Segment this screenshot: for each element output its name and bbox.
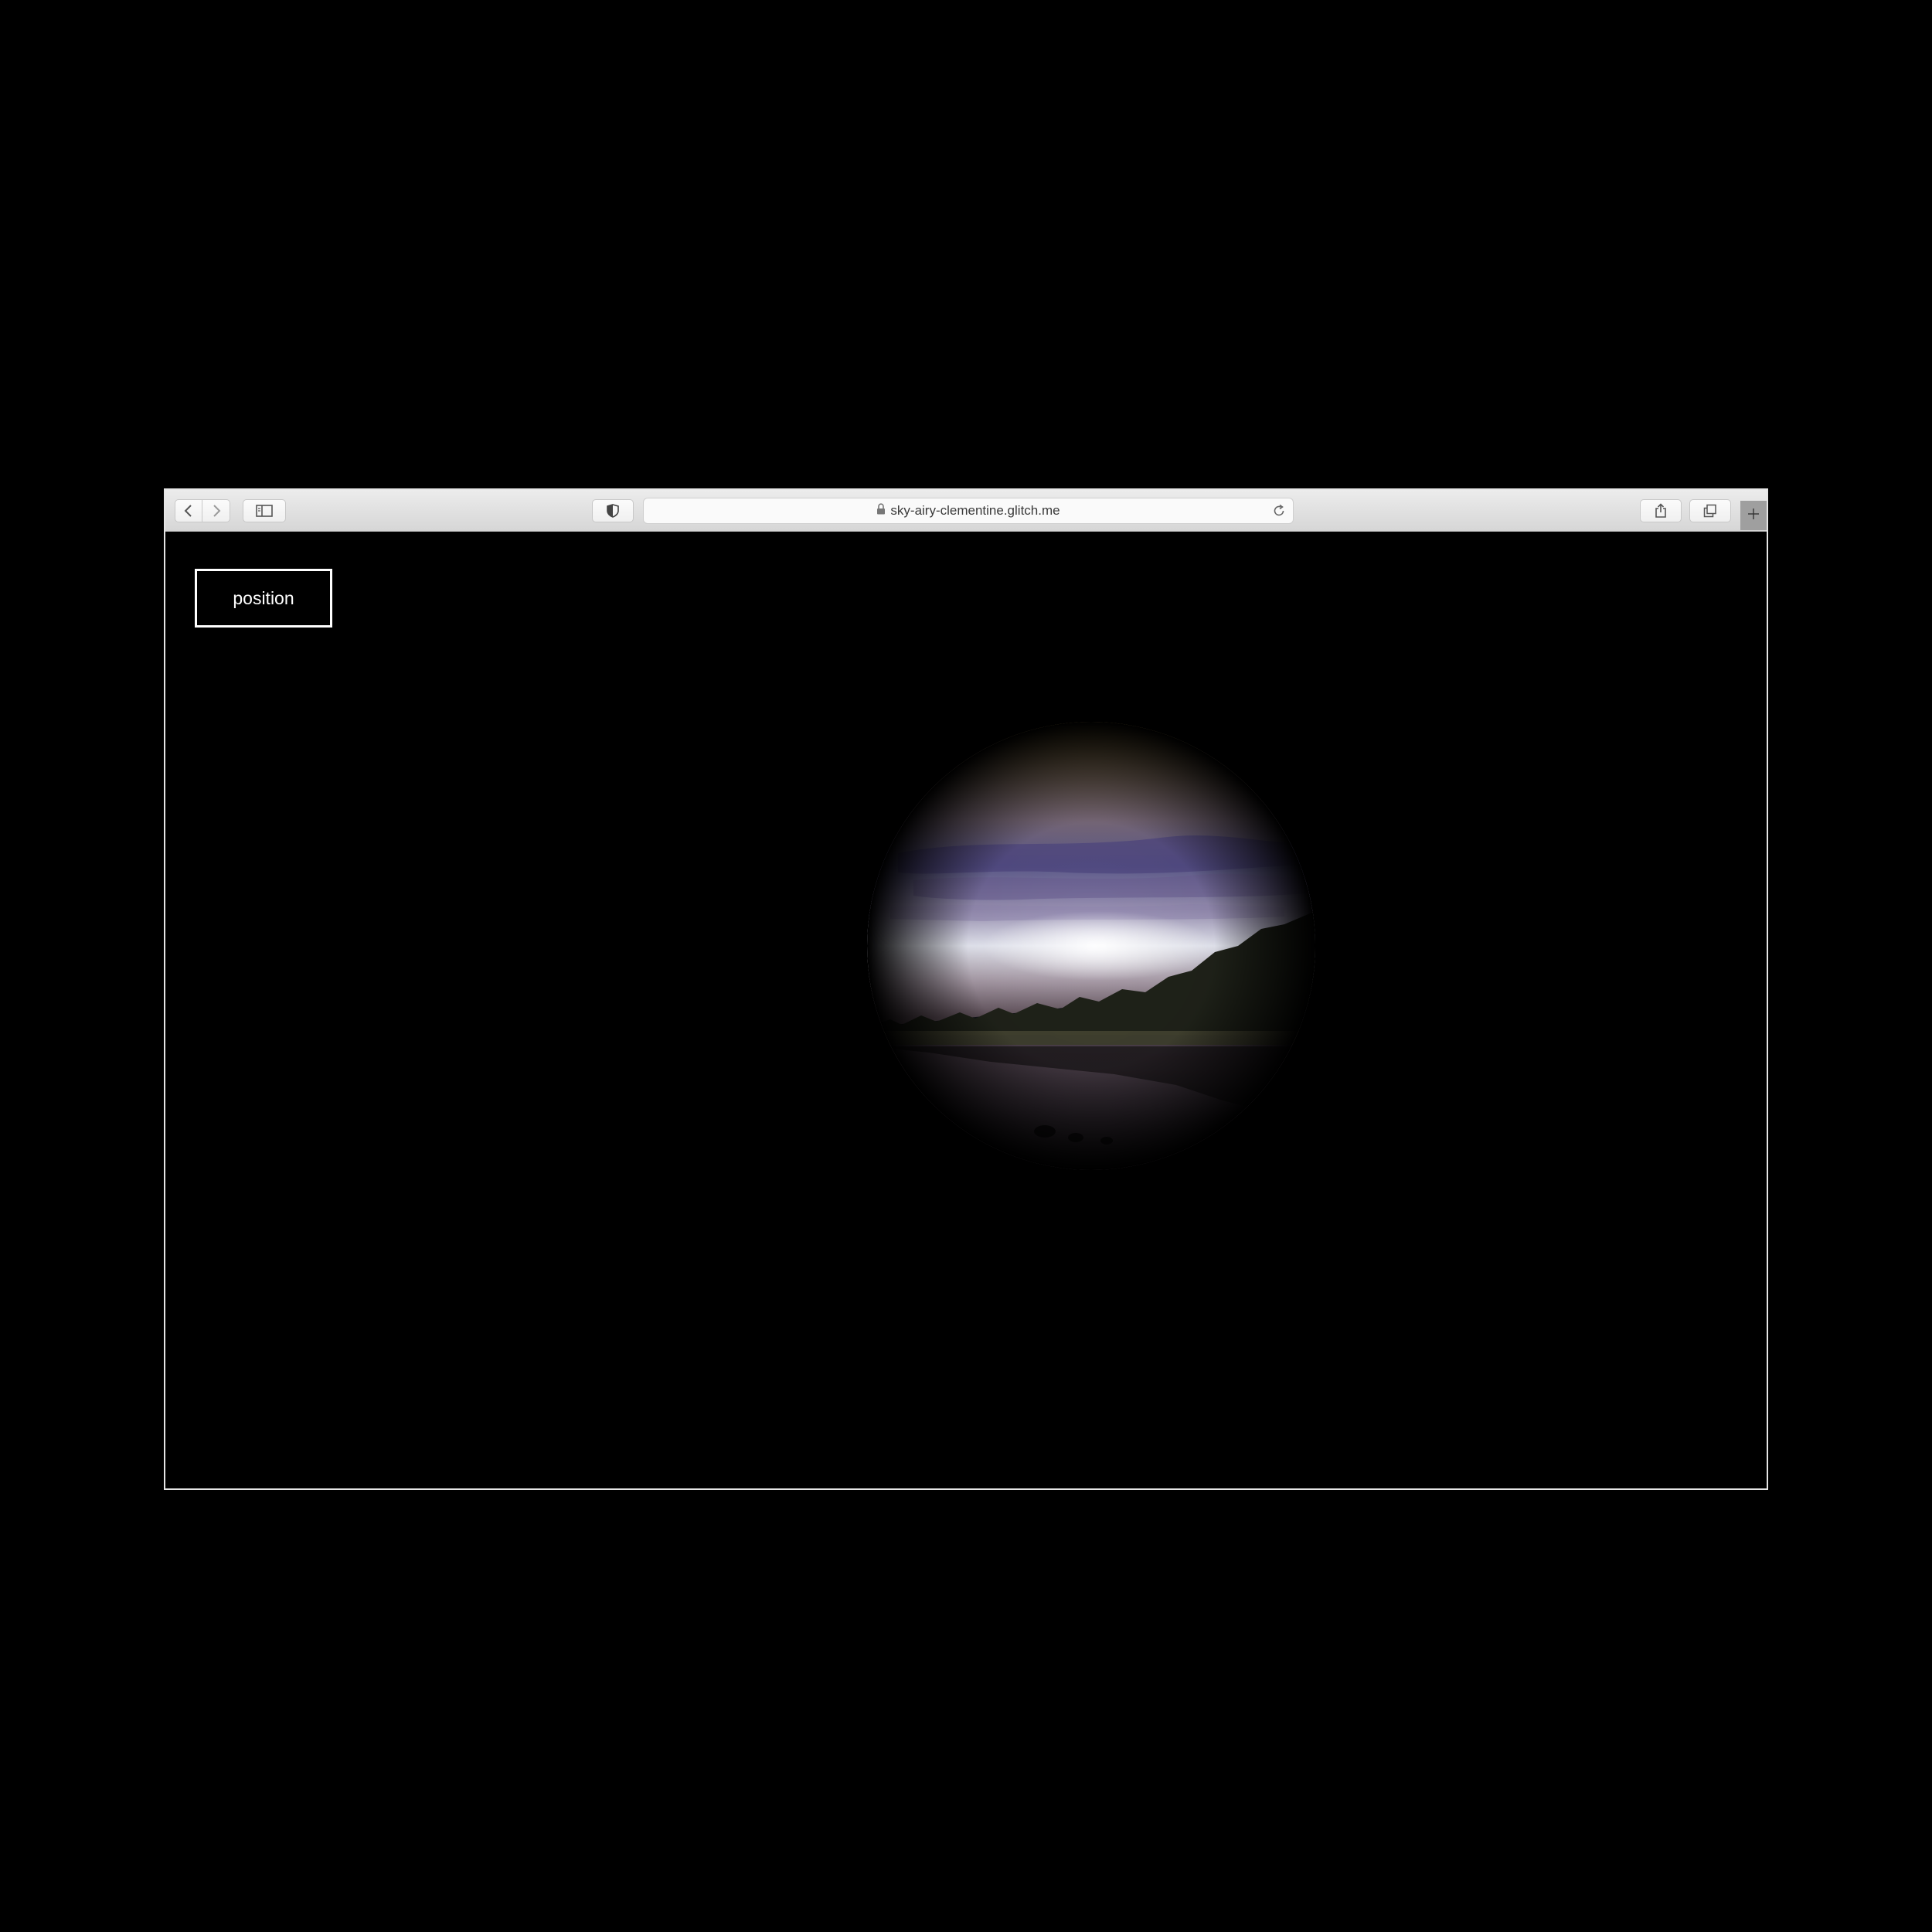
- page-content: position: [165, 532, 1767, 1488]
- position-button[interactable]: position: [195, 569, 332, 628]
- tabs-icon: [1703, 504, 1717, 518]
- shield-icon: [607, 504, 619, 518]
- sidebar-toggle-button[interactable]: [243, 499, 286, 522]
- browser-toolbar: sky-airy-clementine.glitch.me: [165, 490, 1767, 532]
- url-text: sky-airy-clementine.glitch.me: [890, 503, 1060, 518]
- privacy-button[interactable]: [592, 499, 634, 522]
- browser-window: sky-airy-clementine.glitch.me position: [164, 488, 1768, 1490]
- back-button[interactable]: [175, 499, 202, 522]
- chevron-right-icon: [211, 504, 222, 518]
- reload-icon[interactable]: [1271, 503, 1287, 522]
- lock-icon: [876, 503, 886, 519]
- chevron-left-icon: [183, 504, 194, 518]
- tab-overview-button[interactable]: [1689, 499, 1731, 522]
- forward-button[interactable]: [202, 499, 230, 522]
- address-bar[interactable]: sky-airy-clementine.glitch.me: [643, 498, 1294, 524]
- sidebar-icon: [256, 505, 273, 517]
- plus-icon: [1747, 508, 1760, 524]
- landscape-spotlight-image: [867, 722, 1315, 1170]
- new-tab-button[interactable]: [1740, 501, 1767, 530]
- share-icon: [1655, 503, 1667, 519]
- share-button[interactable]: [1640, 499, 1682, 522]
